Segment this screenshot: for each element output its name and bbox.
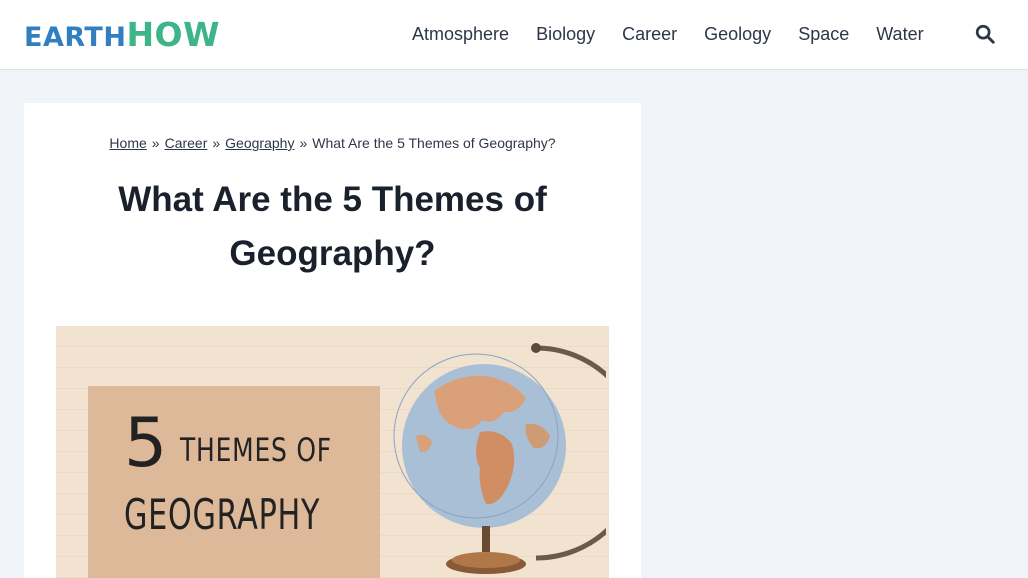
page-title: What Are the 5 Themes of Geography? [118, 180, 547, 273]
breadcrumb-geography[interactable]: Geography [225, 135, 294, 151]
nav-item-career[interactable]: Career [608, 18, 690, 50]
nav-item-space[interactable]: Space [784, 18, 862, 50]
hero-image: 5 THEMES OF GEOGRAPHY [56, 326, 609, 578]
nav-item-geology[interactable]: Geology [690, 18, 784, 50]
breadcrumb-separator: » [212, 135, 221, 151]
breadcrumb-current: What Are the 5 Themes of Geography? [312, 135, 556, 151]
breadcrumb: Home» Career» Geography» What Are the 5 The… [24, 135, 641, 151]
globe-icon [393, 343, 606, 574]
breadcrumb-separator: » [151, 135, 160, 151]
nav-item-atmosphere[interactable]: Atmosphere [398, 18, 522, 50]
site-logo[interactable]: EARTHHOW [24, 17, 220, 59]
breadcrumb-home[interactable]: Home [109, 135, 146, 151]
article-card: Home» Career» Geography» What Are the 5 The… [24, 103, 641, 578]
hero-line2: GEOGRAPHY [124, 490, 321, 539]
breadcrumb-career[interactable]: Career [165, 135, 208, 151]
hero-number: 5 [124, 404, 168, 483]
search-button[interactable] [974, 23, 998, 47]
logo-earth-text: EARTH [24, 22, 127, 53]
nav-item-water[interactable]: Water [862, 18, 936, 50]
site-header: EARTHHOW Atmosphere Biology Career Geolo… [0, 0, 1028, 70]
hero-line1: THEMES OF [180, 431, 332, 469]
search-icon [975, 24, 995, 44]
main-nav: Atmosphere Biology Career Geology Space … [398, 18, 937, 50]
logo-how-text: HOW [126, 15, 221, 54]
breadcrumb-separator: » [299, 135, 308, 151]
nav-item-biology[interactable]: Biology [522, 18, 608, 50]
